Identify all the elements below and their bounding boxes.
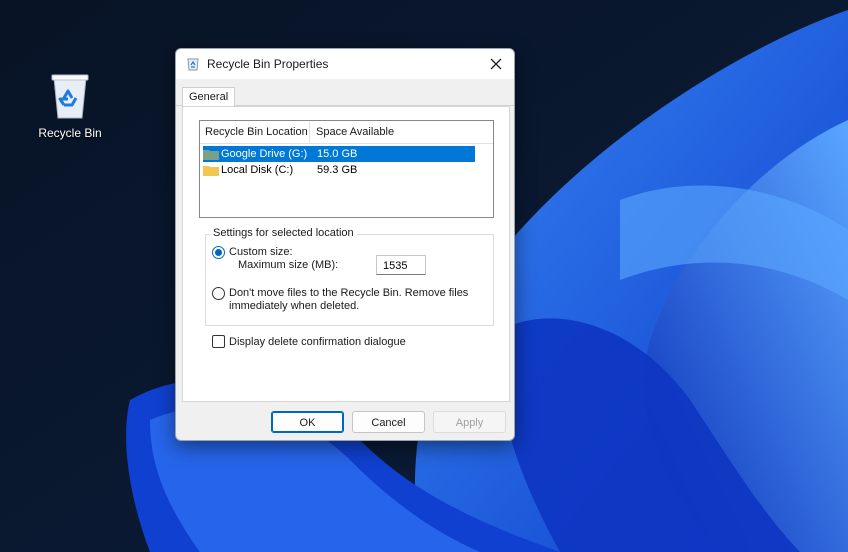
location-name: Local Disk (C:): [221, 164, 294, 176]
recycle-bin-properties-dialog: Recycle Bin Properties General Recycle B…: [175, 48, 515, 441]
location-list[interactable]: Recycle Bin Location Space Available Goo…: [199, 120, 494, 218]
recycle-bin-small-icon: [187, 58, 199, 71]
drive-folder-icon: [203, 150, 219, 160]
column-header-location[interactable]: Recycle Bin Location: [200, 121, 310, 143]
list-header: Recycle Bin Location Space Available: [200, 121, 493, 144]
custom-size-label: Custom size:: [229, 246, 293, 258]
custom-size-radio[interactable]: Custom size:: [212, 246, 293, 259]
folder-icon: [203, 166, 219, 176]
column-header-space[interactable]: Space Available: [310, 121, 394, 143]
list-row-local-disk[interactable]: Local Disk (C:) 59.3 GB: [203, 162, 475, 178]
settings-legend: Settings for selected location: [210, 227, 357, 239]
dont-move-label-line1: Don't move files to the Recycle Bin. Rem…: [229, 287, 469, 299]
space-available: 59.3 GB: [317, 164, 358, 176]
tab-bar: General: [176, 79, 514, 106]
cancel-button[interactable]: Cancel: [352, 411, 425, 433]
max-size-label: Maximum size (MB):: [238, 259, 339, 271]
location-name: Google Drive (G:): [221, 148, 308, 160]
dont-move-label-line2: immediately when deleted.: [229, 300, 360, 312]
display-confirmation-checkbox[interactable]: Display delete confirmation dialogue: [212, 335, 406, 348]
tab-general[interactable]: General: [182, 87, 236, 106]
checkbox-unchecked-icon: [212, 335, 225, 348]
display-confirmation-label: Display delete confirmation dialogue: [229, 335, 406, 348]
general-panel: Recycle Bin Location Space Available Goo…: [182, 106, 510, 402]
dialog-title: Recycle Bin Properties: [207, 57, 329, 71]
apply-button[interactable]: Apply: [433, 411, 506, 433]
max-size-input[interactable]: 1535: [376, 255, 426, 275]
space-available: 15.0 GB: [317, 148, 358, 160]
desktop-icon-recycle-bin[interactable]: Recycle Bin: [34, 72, 106, 140]
recycle-bin-icon: [50, 72, 90, 120]
radio-selected-icon: [212, 246, 225, 259]
desktop-icon-label: Recycle Bin: [38, 126, 102, 140]
settings-group: Settings for selected location Custom si…: [205, 227, 494, 326]
title-bar[interactable]: Recycle Bin Properties: [176, 49, 514, 79]
list-row-google-drive[interactable]: Google Drive (G:) 15.0 GB: [203, 146, 475, 162]
ok-button[interactable]: OK: [271, 411, 344, 433]
close-icon: [490, 58, 502, 70]
close-button[interactable]: [486, 54, 506, 74]
dont-move-radio[interactable]: Don't move files to the Recycle Bin. Rem…: [212, 287, 468, 313]
radio-unselected-icon: [212, 287, 225, 300]
